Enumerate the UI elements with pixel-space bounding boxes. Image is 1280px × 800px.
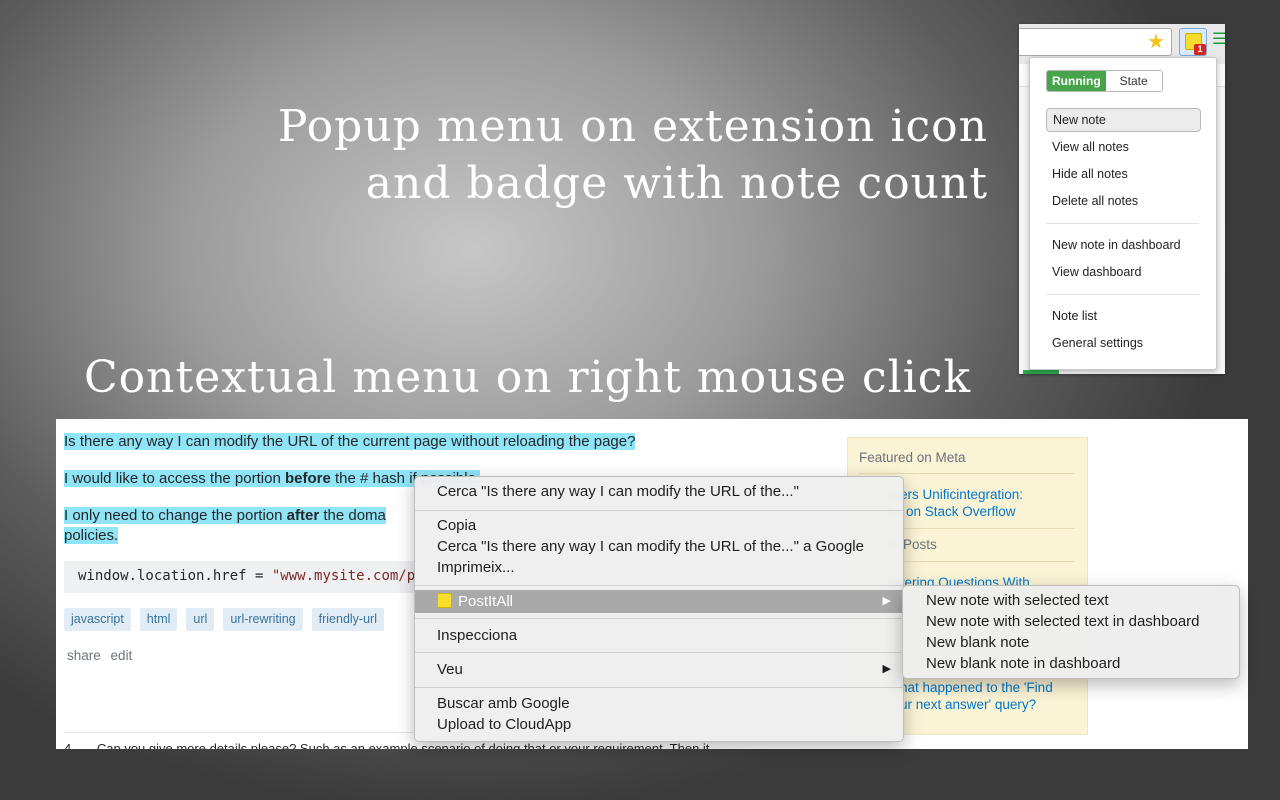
tag-url-rewriting[interactable]: url-rewriting xyxy=(223,608,303,631)
running-state-toggle[interactable]: Running State xyxy=(1046,70,1163,92)
question-line-1[interactable]: Is there any way I can modify the URL of… xyxy=(64,433,636,450)
submenu-arrow-icon: ▶ xyxy=(882,595,891,607)
popup-item-note-list[interactable]: Note list xyxy=(1046,304,1198,328)
featured-link[interactable]: reers Unificintegration: xyxy=(888,486,1023,503)
context-item-search-with-google[interactable]: Buscar amb Google xyxy=(415,693,903,714)
submenu-item-new-note-selected[interactable]: New note with selected text xyxy=(903,590,1239,611)
tag-list: javascript html url url-rewriting friend… xyxy=(64,608,384,631)
tag-url[interactable]: url xyxy=(186,608,215,631)
code-block: window.location.href = "www.mysite.com/p xyxy=(64,561,444,593)
context-item-upload-cloudapp[interactable]: Upload to CloudApp xyxy=(415,714,903,735)
submenu-arrow-icon: ▶ xyxy=(882,663,891,675)
postit-note-icon xyxy=(437,593,452,608)
comment: 4 Can you give more details please? Such… xyxy=(64,741,709,749)
featured-link[interactable]: bs on Stack Overflow xyxy=(888,503,1016,520)
chrome-menu-icon[interactable]: ☰ xyxy=(1212,32,1225,48)
context-item-postitall[interactable]: PostItAll ▶ xyxy=(415,590,903,613)
star-icon[interactable]: ★ xyxy=(1147,29,1165,55)
comment-score: 4 xyxy=(64,741,72,749)
popup-item-view-all-notes[interactable]: View all notes xyxy=(1046,135,1198,159)
popup-separator xyxy=(1046,294,1199,295)
hot-meta-link[interactable]: ur next answer' query? xyxy=(900,696,1036,713)
context-item-print[interactable]: Imprimeix... xyxy=(415,557,903,578)
selected-text[interactable]: Is there any way I can modify the URL of… xyxy=(64,433,636,450)
page-accent-bar xyxy=(1023,370,1059,374)
note-count-badge: 1 xyxy=(1194,44,1206,55)
context-item-search-selected[interactable]: Cerca "Is there any way I can modify the… xyxy=(415,481,903,502)
share-link[interactable]: share xyxy=(67,648,101,663)
toggle-state[interactable]: State xyxy=(1105,71,1162,91)
address-bar[interactable]: ★ xyxy=(1019,28,1172,56)
popup-item-new-note[interactable]: New note xyxy=(1046,108,1201,132)
context-item-search-google[interactable]: Cerca "Is there any way I can modify the… xyxy=(415,536,903,557)
popup-separator xyxy=(1046,223,1199,224)
question-line-3-wrap: policies. xyxy=(64,527,119,544)
popup-item-hide-all-notes[interactable]: Hide all notes xyxy=(1046,162,1198,186)
hot-meta-link[interactable]: hat happened to the 'Find xyxy=(900,679,1053,696)
popup-item-new-note-dashboard[interactable]: New note in dashboard xyxy=(1046,233,1198,257)
extension-popup-menu: Running State New note View all notes Hi… xyxy=(1029,57,1217,370)
context-item-speech[interactable]: Veu ▶ xyxy=(415,659,903,680)
toggle-running[interactable]: Running xyxy=(1047,71,1106,91)
postitall-submenu: New note with selected text New note wit… xyxy=(902,585,1240,679)
question-line-3: I only need to change the portion after … xyxy=(64,507,386,524)
featured-heading: Featured on Meta xyxy=(859,450,966,465)
popup-item-delete-all-notes[interactable]: Delete all notes xyxy=(1046,189,1198,213)
caption-context-menu: Contextual menu on right mouse click xyxy=(84,352,972,403)
popup-item-general-settings[interactable]: General settings xyxy=(1046,331,1198,355)
caption-popup-line1: Popup menu on extension icon xyxy=(277,101,988,152)
tag-friendly-url[interactable]: friendly-url xyxy=(311,608,384,631)
submenu-item-new-note-selected-dashboard[interactable]: New note with selected text in dashboard xyxy=(903,611,1239,632)
tag-html[interactable]: html xyxy=(139,608,178,631)
submenu-item-new-blank-note[interactable]: New blank note xyxy=(903,632,1239,653)
caption-popup-line2: and badge with note count xyxy=(365,158,988,209)
submenu-item-new-blank-note-dashboard[interactable]: New blank note in dashboard xyxy=(903,653,1239,674)
postit-extension-button[interactable]: 1 xyxy=(1179,28,1207,56)
post-actions: share edit xyxy=(67,648,132,663)
edit-link[interactable]: edit xyxy=(111,648,133,663)
context-item-inspect[interactable]: Inspecciona xyxy=(415,625,903,646)
tag-javascript[interactable]: javascript xyxy=(64,608,131,631)
context-menu: Cerca "Is there any way I can modify the… xyxy=(414,476,904,742)
context-item-copy[interactable]: Copia xyxy=(415,515,903,536)
comment-text: Can you give more details please? Such a… xyxy=(96,741,710,749)
browser-popup-screenshot: ★ 1 ☰ Running State New note View all no… xyxy=(1019,24,1225,374)
caption-popup-menu: Popup menu on extension icon and badge w… xyxy=(278,98,988,212)
popup-item-view-dashboard[interactable]: View dashboard xyxy=(1046,260,1198,284)
